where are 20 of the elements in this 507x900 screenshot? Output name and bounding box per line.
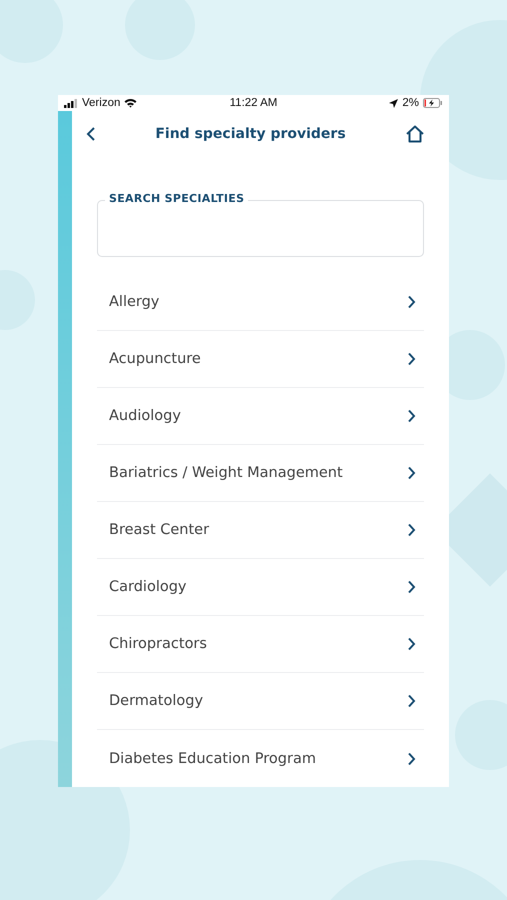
location-arrow-icon: [389, 98, 398, 108]
chevron-right-icon: [407, 409, 416, 423]
chevron-right-icon: [407, 295, 416, 309]
battery-percent: 2%: [402, 97, 419, 109]
chevron-right-icon: [407, 752, 416, 766]
status-time: 11:22 AM: [230, 97, 278, 109]
chevron-right-icon: [407, 694, 416, 708]
chevron-right-icon: [407, 352, 416, 366]
signal-icon: [64, 98, 78, 108]
search-label: SEARCH SPECIALTIES: [105, 192, 248, 205]
chevron-right-icon: [407, 523, 416, 537]
home-icon: [405, 125, 425, 143]
page-title: Find specialty providers: [155, 126, 346, 142]
carrier-name: Verizon: [82, 97, 120, 109]
wifi-icon: [124, 98, 138, 108]
chevron-left-icon: [86, 126, 96, 142]
chevron-right-icon: [407, 637, 416, 651]
chevron-right-icon: [407, 466, 416, 480]
chevron-right-icon: [407, 580, 416, 594]
battery-charging-icon: [423, 98, 443, 108]
